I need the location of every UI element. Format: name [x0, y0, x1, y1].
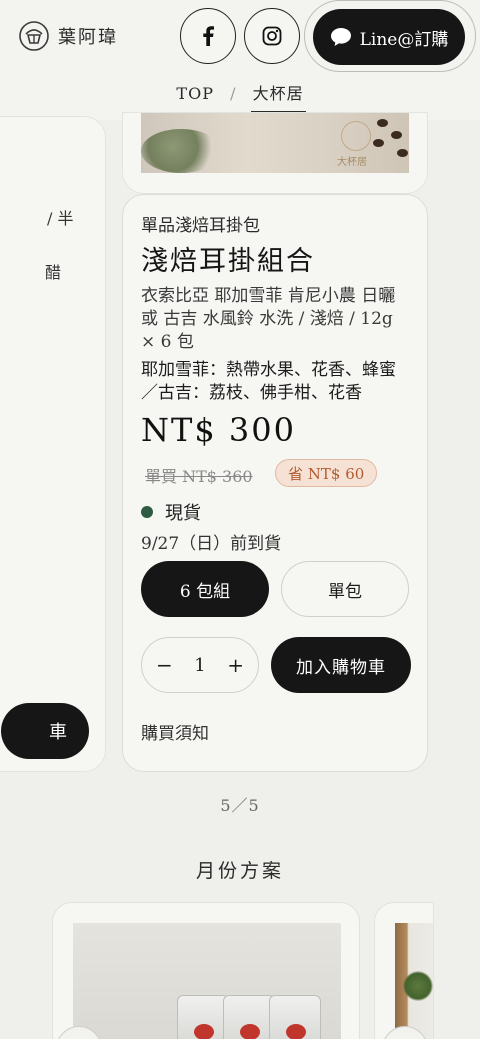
site-header: 葉阿瑋 Line@訂購 TOP / 大杯居	[0, 0, 480, 120]
product-card: 單品淺焙耳掛包 淺焙耳掛組合 衣索比亞 耶加雪菲 肯尼小農 日曬 或 古吉 水風…	[122, 194, 428, 772]
line-order-label: Line@訂購	[359, 29, 449, 50]
product-category: 單品淺焙耳掛包	[141, 216, 260, 236]
product-price: NT$ 300	[141, 411, 296, 449]
previous-card-text: / 半	[47, 209, 74, 228]
option-single-button[interactable]: 單包	[281, 561, 409, 617]
chat-bubble-icon	[330, 28, 351, 46]
product-photo: 大杯居	[141, 113, 409, 173]
previous-product-card[interactable]: / 半 醋 車	[0, 116, 106, 772]
coffee-bag-image	[269, 995, 321, 1039]
monthly-plan-image	[73, 923, 341, 1039]
product-description: 衣索比亞 耶加雪菲 肯尼小農 日曬 或 古吉 水風鈴 水洗 / 淺焙 / 12g…	[141, 286, 396, 352]
plant-image	[403, 971, 433, 1001]
next-monthly-plan-card[interactable]	[374, 902, 434, 1039]
option-label: 6 包組	[179, 581, 231, 602]
savings-badge: 省 NT$ 60	[275, 459, 378, 487]
instagram-button[interactable]	[244, 8, 300, 64]
coffee-bean	[373, 139, 384, 147]
instagram-icon	[262, 26, 282, 46]
previous-card-text-2: 醋	[45, 263, 62, 282]
monthly-plan-card[interactable]	[52, 902, 360, 1039]
brand-stamp-icon	[341, 121, 371, 151]
increase-quantity-button[interactable]: +	[227, 653, 244, 677]
brand-stamp-text: 大杯居	[337, 157, 367, 168]
line-order-button[interactable]: Line@訂購	[313, 9, 465, 65]
carousel-pager: 5／5	[220, 796, 260, 815]
previous-add-to-cart-button[interactable]: 車	[1, 703, 89, 759]
add-to-cart-label: 加入購物車	[296, 657, 386, 678]
facebook-button[interactable]	[180, 8, 236, 64]
coffee-bean	[377, 119, 388, 127]
purchase-notice-link[interactable]: 購買須知	[141, 719, 209, 744]
product-image-card: 大杯居	[122, 112, 428, 194]
add-to-cart-button[interactable]: 加入購物車	[271, 637, 411, 693]
brand-name: 葉阿瑋	[58, 27, 118, 48]
coffee-bag-image	[223, 995, 275, 1039]
option-6-pack-button[interactable]: 6 包組	[141, 561, 269, 617]
coffee-bean	[391, 131, 402, 139]
decrease-quantity-button[interactable]: −	[156, 653, 173, 677]
plant-decor	[141, 129, 221, 173]
facebook-icon	[203, 26, 214, 46]
in-stock-dot-icon	[141, 506, 153, 518]
line-order-wrapper: Line@訂購	[304, 0, 476, 72]
coffee-bag-image	[177, 995, 229, 1039]
brand-logo[interactable]: 葉阿瑋	[18, 20, 118, 52]
savings-label: 省 NT$ 60	[288, 464, 365, 483]
coffee-bean	[397, 149, 408, 157]
stock-status-label: 現貨	[165, 503, 201, 524]
previous-add-to-cart-label: 車	[49, 722, 67, 743]
option-label: 單包	[328, 581, 362, 602]
monthly-plans-heading: 月份方案	[195, 860, 284, 882]
logo-icon	[19, 21, 49, 51]
breadcrumb-current[interactable]: 大杯居	[253, 84, 304, 103]
breadcrumb-home[interactable]: TOP	[176, 84, 214, 103]
original-price: 單買 NT$ 360	[145, 467, 253, 486]
product-title: 淺焙耳掛組合	[141, 246, 315, 277]
stock-status: 現貨	[141, 499, 201, 525]
breadcrumb-separator: /	[230, 84, 237, 103]
flavor-notes: 耶加雪菲：熱帶水果、花香、蜂蜜／古吉：荔枝、佛手柑、花香	[141, 360, 396, 403]
quantity-value[interactable]: 1	[194, 655, 205, 676]
quantity-stepper: − 1 +	[141, 637, 259, 693]
breadcrumb: TOP / 大杯居	[0, 80, 480, 104]
delivery-date: 9/27（日）前到貨	[141, 534, 282, 554]
